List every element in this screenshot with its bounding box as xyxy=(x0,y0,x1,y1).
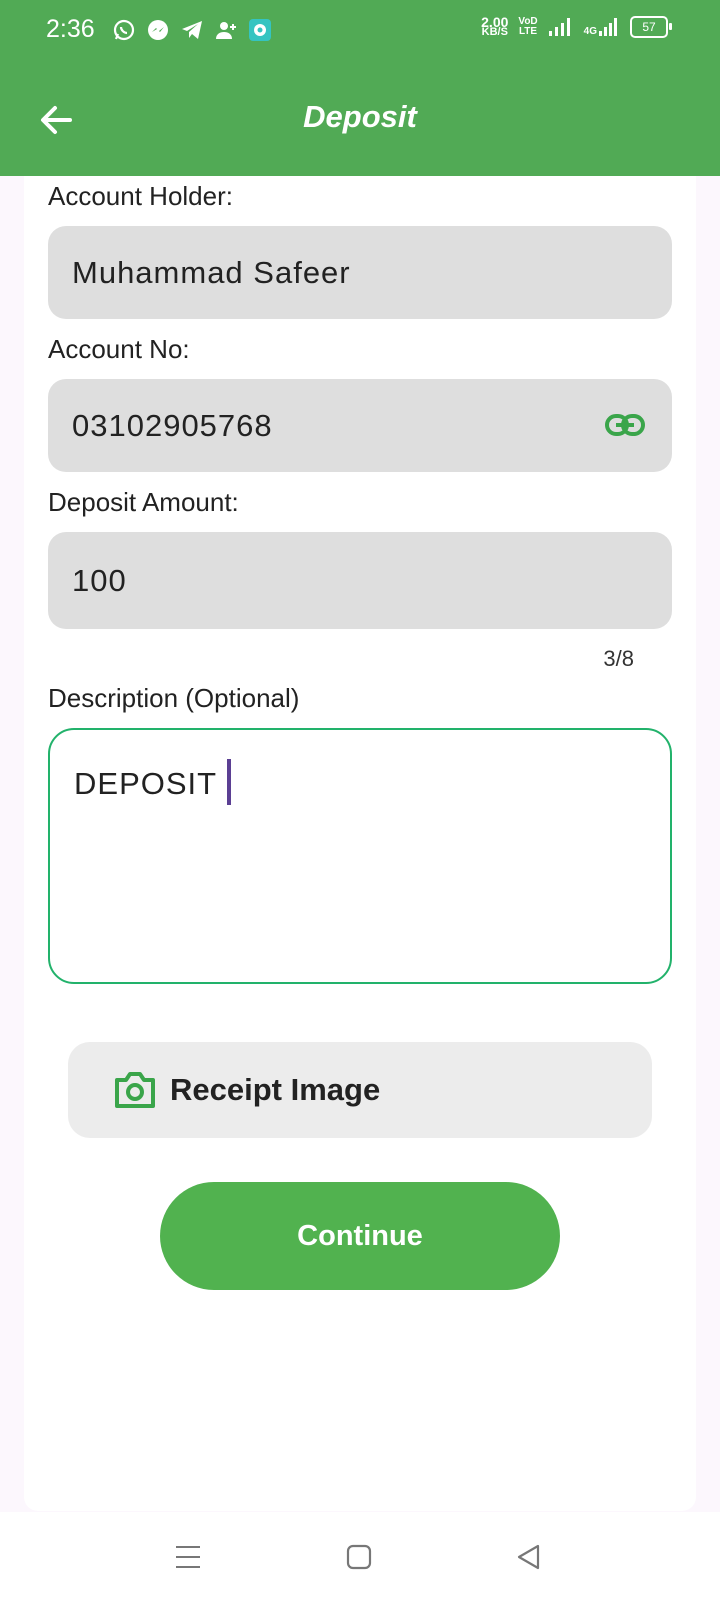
page-title: Deposit xyxy=(303,99,417,134)
link-icon[interactable] xyxy=(604,411,646,439)
deposit-form-card: Account Holder: Muhammad Safeer Account … xyxy=(24,176,696,1511)
receipt-image-button[interactable]: Receipt Image xyxy=(68,1042,652,1138)
signal-4g-icon: 4G xyxy=(584,17,620,37)
receipt-image-label: Receipt Image xyxy=(170,1072,381,1107)
account-no-value: 03102905768 xyxy=(72,407,273,443)
app-bar: Deposit xyxy=(0,64,720,176)
description-label: Description (Optional) xyxy=(48,683,300,713)
messenger-icon xyxy=(146,18,170,42)
description-value: DEPOSIT xyxy=(74,766,218,802)
volte-indicator: VoD LTE xyxy=(518,16,538,37)
account-holder-label: Account Holder: xyxy=(48,181,233,211)
network-speed: 2.00 KB/S xyxy=(481,14,509,38)
system-nav-bar xyxy=(0,1512,720,1600)
deposit-amount-counter: 3/8 xyxy=(603,646,634,671)
system-icons: 2.00 KB/S VoD LTE 4G 57 xyxy=(481,14,672,38)
chat-app-icon xyxy=(248,18,272,42)
continue-button[interactable]: Continue xyxy=(160,1182,560,1290)
deposit-amount-label: Deposit Amount: xyxy=(48,487,239,517)
add-contact-icon xyxy=(214,18,238,42)
signal-icon xyxy=(548,18,570,36)
battery-icon: 57 xyxy=(630,16,672,38)
status-time: 2:36 xyxy=(46,15,95,43)
account-holder-value: Muhammad Safeer xyxy=(72,254,351,290)
continue-label: Continue xyxy=(297,1219,423,1252)
whatsapp-icon xyxy=(112,18,136,42)
account-holder-field[interactable]: Muhammad Safeer xyxy=(48,226,672,319)
home-icon[interactable] xyxy=(344,1542,374,1572)
menu-icon[interactable] xyxy=(173,1542,203,1572)
text-cursor xyxy=(227,759,232,805)
deposit-amount-field[interactable]: 100 xyxy=(48,532,672,629)
telegram-icon xyxy=(180,18,204,42)
back-triangle-icon[interactable] xyxy=(514,1542,544,1572)
status-bar: 2:36 2.00 KB/S VoD LTE 4G 57 xyxy=(0,0,720,64)
account-no-label: Account No: xyxy=(48,334,190,364)
camera-icon xyxy=(115,1072,155,1108)
account-no-field[interactable]: 03102905768 xyxy=(48,379,672,472)
notification-icons xyxy=(112,18,272,42)
deposit-amount-value: 100 xyxy=(72,562,127,598)
description-textarea[interactable]: DEPOSIT xyxy=(48,728,672,984)
